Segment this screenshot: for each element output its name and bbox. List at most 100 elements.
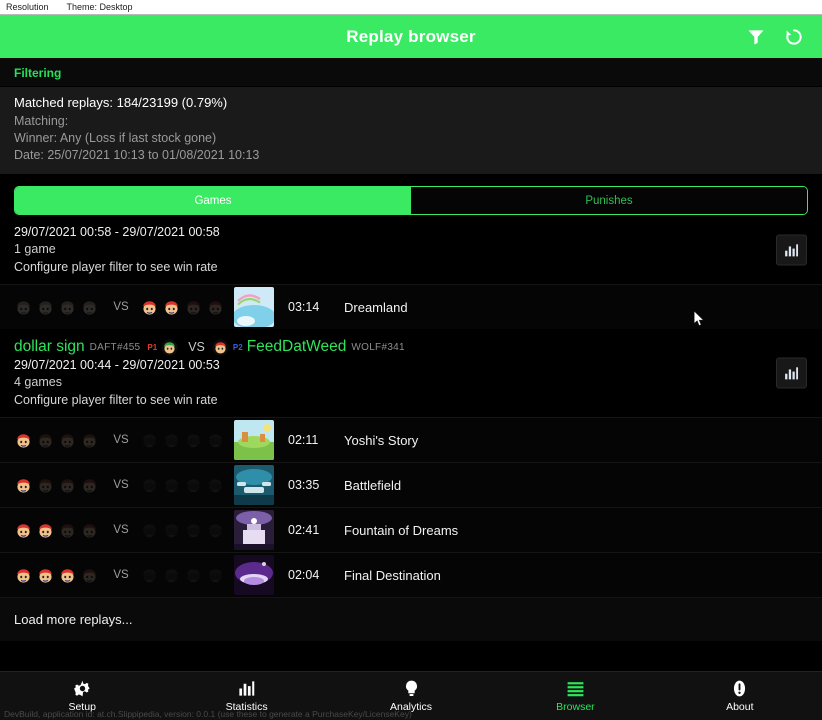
stage-thumbnail: [234, 510, 274, 550]
game-duration: 02:11: [288, 433, 319, 447]
replay-group-header[interactable]: 29/07/2021 00:58 - 29/07/2021 00:58 1 gam…: [0, 215, 822, 284]
stock-icon-right: [206, 567, 225, 584]
stock-icon-right: [184, 299, 203, 316]
row-vs-label: VS: [113, 479, 129, 491]
right-player-stocks: [140, 567, 228, 584]
load-more-button[interactable]: Load more replays...: [0, 597, 822, 641]
stock-icon-left: [14, 432, 33, 449]
nav-item-setup[interactable]: Setup: [0, 679, 164, 713]
stock-icon-right: [140, 522, 159, 539]
right-player-stocks: [140, 477, 228, 494]
stock-icon-left: [80, 477, 99, 494]
nav-item-label: About: [726, 701, 754, 713]
refresh-icon[interactable]: [784, 27, 804, 47]
group-date-range: 29/07/2021 00:44 - 29/07/2021 00:53: [14, 358, 220, 372]
stock-icon-right: [184, 567, 203, 584]
stock-icon-left: [58, 432, 77, 449]
nav-item-label: Analytics: [390, 701, 433, 713]
tab-punishes[interactable]: Punishes: [411, 187, 807, 214]
game-duration: 03:14: [288, 300, 320, 314]
stock-icon-right: [184, 522, 203, 539]
nav-item-browser[interactable]: Browser: [493, 679, 657, 713]
stage-name: Yoshi's Story: [344, 432, 419, 448]
stock-icon-right: [184, 477, 203, 494]
stock-icon-left: [14, 299, 33, 316]
group-stats-button[interactable]: [776, 234, 807, 265]
nav-item-label: Browser: [556, 701, 595, 713]
stage-thumbnail: [234, 420, 274, 460]
stage-name: Final Destination: [344, 567, 441, 583]
matchup-vs-label: VS: [188, 340, 205, 354]
stock-icon-right: [162, 432, 181, 449]
stock-icon-left: [58, 299, 77, 316]
stock-icon-left: [58, 522, 77, 539]
mouse-cursor: [694, 311, 705, 326]
stock-icon-right: [140, 299, 159, 316]
row-vs-label: VS: [113, 434, 129, 446]
stock-icon-right: [162, 299, 181, 316]
right-player-stocks: [140, 299, 228, 316]
stock-icon-left: [36, 477, 55, 494]
left-player-stocks: [14, 567, 102, 584]
stage-name: Fountain of Dreams: [344, 522, 459, 538]
left-player-stocks: [14, 522, 102, 539]
stock-icon-left: [36, 432, 55, 449]
stock-icon-right: [140, 432, 159, 449]
stage-thumbnail: [234, 287, 274, 327]
game-duration: 02:41: [288, 523, 320, 537]
group-stats-button[interactable]: [776, 357, 807, 389]
right-player-stocks: [140, 432, 228, 449]
player-left-tag: DAFT#455: [89, 341, 141, 353]
stock-icon-left: [80, 299, 99, 316]
browser-tabs: Games Punishes: [14, 186, 808, 215]
row-vs-label: VS: [113, 524, 129, 536]
replay-group-list: 29/07/2021 00:58 - 29/07/2021 00:58 1 gam…: [0, 215, 822, 597]
nav-item-statistics[interactable]: Statistics: [164, 679, 328, 713]
left-player-stocks: [14, 477, 102, 494]
game-row[interactable]: VS 02:11 Yoshi's Story: [0, 417, 822, 462]
tab-games[interactable]: Games: [15, 187, 411, 214]
player-right-portrait-icon: [212, 338, 229, 356]
matching-label: Matching:: [14, 114, 69, 128]
row-vs-label: VS: [113, 301, 129, 313]
filter-funnel-icon[interactable]: [746, 27, 766, 47]
replay-browser-app: Resolution Theme: Desktop Replay browser…: [0, 0, 822, 720]
menu-theme[interactable]: Theme: Desktop: [67, 2, 133, 12]
row-vs-label: VS: [113, 569, 129, 581]
gear-icon: [73, 679, 92, 698]
player-right-name: FeedDatWeed: [246, 338, 347, 355]
filter-summary-panel[interactable]: Matched replays: 184/23199 (0.79%) Match…: [0, 86, 822, 174]
nav-item-label: Statistics: [225, 701, 268, 713]
stock-icon-left: [58, 567, 77, 584]
group-game-count: 4 games: [14, 375, 62, 389]
stock-icon-right: [206, 299, 225, 316]
game-row[interactable]: VS 02:04 Final Destination: [0, 552, 822, 597]
player-right-tag: WOLF#341: [351, 341, 405, 353]
stock-icon-left: [36, 299, 55, 316]
player-left-port-badge: P1: [147, 342, 158, 352]
nav-item-analytics[interactable]: Analytics: [329, 679, 493, 713]
right-player-stocks: [140, 522, 228, 539]
group-winrate-note: Configure player filter to see win rate: [14, 260, 218, 274]
stock-icon-right: [162, 567, 181, 584]
info-icon: [730, 679, 749, 698]
bulb-icon: [402, 679, 421, 698]
stage-name: Dreamland: [344, 299, 408, 315]
stock-icon-right: [206, 432, 225, 449]
game-duration: 03:35: [288, 478, 320, 492]
game-row[interactable]: VS 02:41 Fountain of Dreams: [0, 507, 822, 552]
nav-item-about[interactable]: About: [658, 679, 822, 713]
bar-chart-icon: [237, 679, 256, 698]
replay-group-header[interactable]: dollar sign DAFT#455 P1 VS P2 FeedDatWeed WOLF…: [0, 329, 822, 417]
game-row[interactable]: VS 03:35 Battlefield: [0, 462, 822, 507]
list-icon: [566, 679, 585, 698]
filtering-section-title: Filtering: [0, 58, 822, 86]
stage-name: Battlefield: [344, 477, 402, 493]
menu-resolution[interactable]: Resolution: [6, 2, 49, 12]
stock-icon-right: [162, 477, 181, 494]
stock-icon-right: [162, 522, 181, 539]
stock-icon-left: [80, 432, 99, 449]
bottom-navigation: Setup Statistics Analytics Browser About: [0, 671, 822, 720]
player-left-portrait-icon: [161, 338, 178, 356]
group-date-range: 29/07/2021 00:58 - 29/07/2021 00:58: [14, 225, 220, 239]
